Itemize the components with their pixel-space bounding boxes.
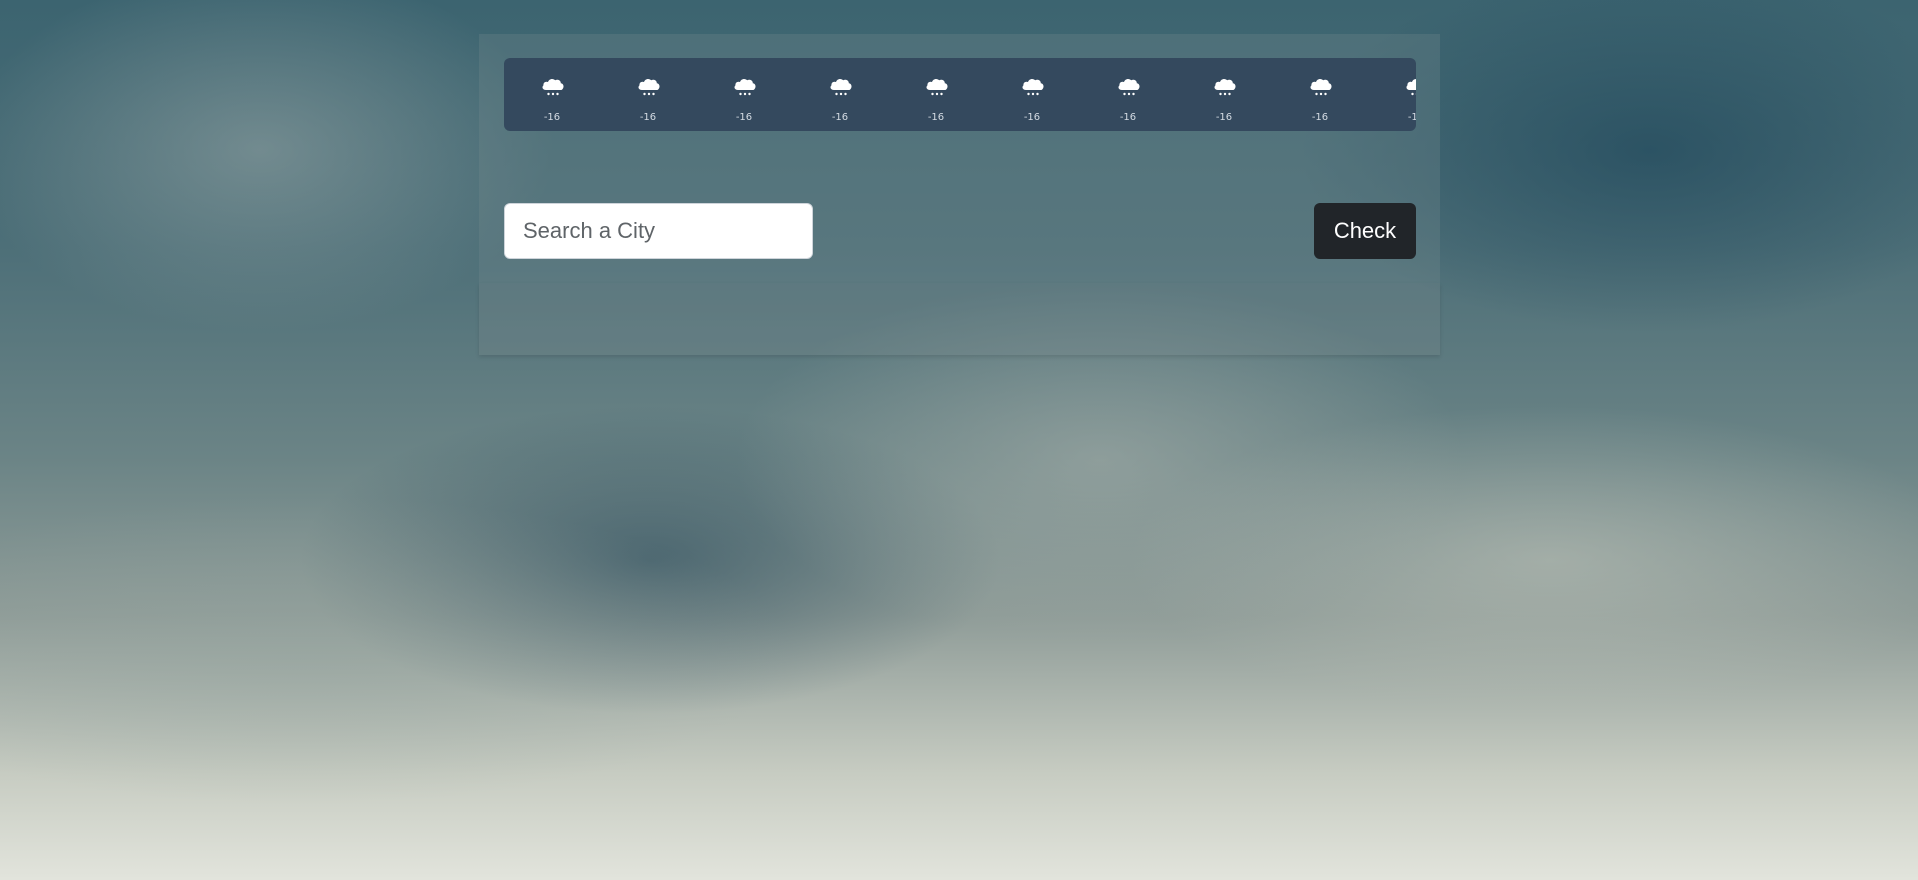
cloud-snow-icon [924, 76, 950, 98]
forecast-temperature: -16 [1023, 112, 1041, 120]
forecast-item: -16 [527, 58, 577, 131]
check-button[interactable]: Check [1314, 203, 1416, 259]
cloud-snow-icon [1212, 76, 1238, 98]
city-search-input[interactable] [504, 203, 813, 259]
forecast-temperature: -16 [639, 112, 657, 120]
forecast-temperature: -16 [1215, 112, 1233, 120]
forecast-temperature: -16 [735, 112, 753, 120]
cloud-snow-icon [828, 76, 854, 98]
forecast-temperature: -16 [543, 112, 561, 120]
cloud-snow-icon [1308, 76, 1334, 98]
cloud-snow-icon [636, 76, 662, 98]
cloud-snow-icon [1020, 76, 1046, 98]
forecast-temperature: -16 [1119, 112, 1137, 120]
forecast-item: -16 [815, 58, 865, 131]
forecast-item: -16 [911, 58, 961, 131]
forecast-item: -16 [1391, 58, 1416, 131]
cloud-snow-icon [732, 76, 758, 98]
forecast-item: -16 [719, 58, 769, 131]
forecast-strip[interactable]: -16 -16 -16 -16 -16 -16 -16 -16 -16 -16 [504, 58, 1416, 131]
forecast-item: -16 [1295, 58, 1345, 131]
forecast-item: -16 [623, 58, 673, 131]
forecast-item: -16 [1199, 58, 1249, 131]
forecast-temperature: -16 [1311, 112, 1329, 120]
cloud-snow-icon [1404, 76, 1416, 98]
cloud-snow-icon [540, 76, 566, 98]
forecast-item: -16 [1007, 58, 1057, 131]
weather-results-panel [479, 283, 1440, 355]
forecast-temperature: -16 [1407, 112, 1416, 120]
forecast-item: -16 [1103, 58, 1153, 131]
forecast-temperature: -16 [831, 112, 849, 120]
cloud-snow-icon [1116, 76, 1142, 98]
forecast-temperature: -16 [927, 112, 945, 120]
